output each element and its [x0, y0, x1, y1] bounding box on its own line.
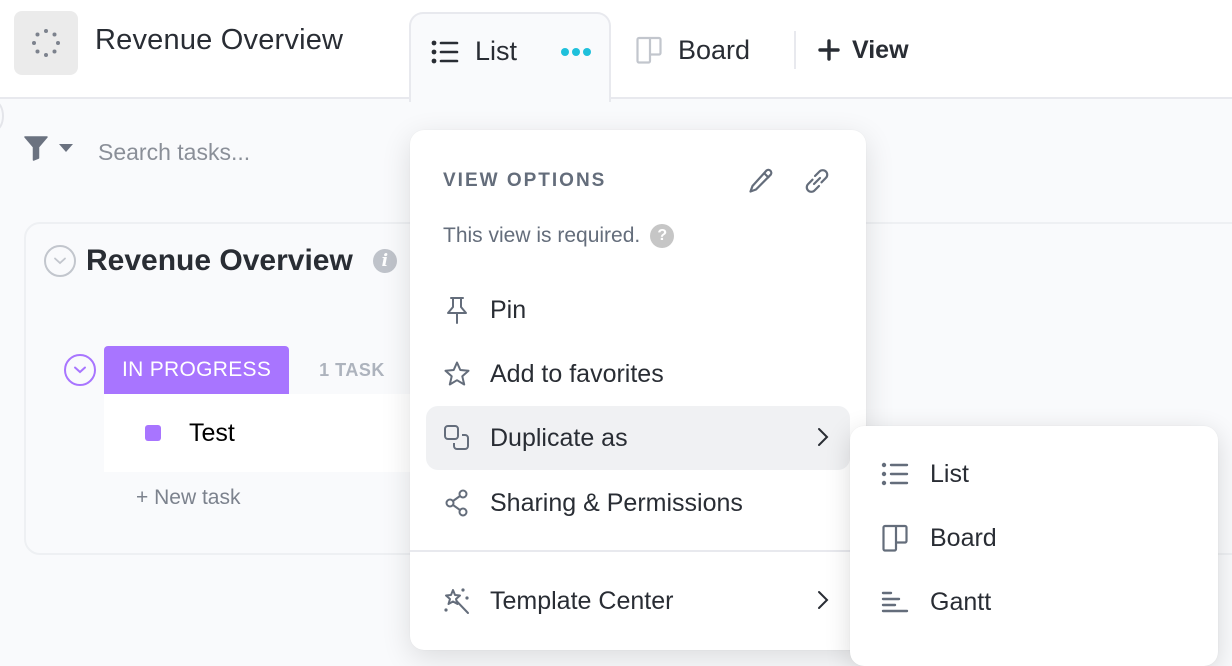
chevron-down-icon [59, 144, 73, 152]
submenu-item-board[interactable]: Board [850, 506, 1218, 570]
list-icon [431, 40, 459, 64]
info-icon[interactable]: i [372, 249, 397, 273]
magic-wand-icon [444, 588, 469, 614]
tab-list[interactable]: List [409, 12, 611, 102]
menu-item-sharing-permissions[interactable]: Sharing & Permissions [426, 471, 850, 535]
menu-item-label: Sharing & Permissions [490, 488, 743, 517]
submenu-item-label: Gantt [930, 587, 992, 616]
gantt-icon [881, 591, 909, 613]
status-group-header: IN PROGRESS 1 TASK [64, 346, 385, 394]
menu-item-duplicate-as[interactable]: Duplicate as [426, 406, 850, 470]
duplicate-icon [444, 425, 469, 450]
tab-board-label: Board [678, 34, 751, 65]
chevron-right-icon [818, 428, 829, 446]
collapse-list-button[interactable] [44, 245, 76, 277]
tab-divider [794, 31, 796, 69]
task-name[interactable]: Test [189, 419, 235, 448]
new-task-button[interactable]: + New task [136, 486, 240, 510]
filter-icon [24, 136, 48, 161]
list-header: Revenue Overview i [44, 244, 397, 278]
pin-icon [447, 297, 467, 324]
menu-divider [410, 550, 866, 552]
collapse-group-button[interactable] [64, 354, 96, 386]
space-avatar[interactable] [14, 11, 78, 75]
star-icon [444, 361, 470, 386]
question-icon[interactable]: ? [650, 224, 675, 248]
menu-subtext: This view is required. ? [443, 224, 675, 248]
board-icon [882, 524, 908, 552]
tab-board[interactable]: Board [636, 30, 750, 70]
sidebar-toggle[interactable] [0, 101, 4, 131]
tab-list-label: List [475, 36, 518, 66]
chevron-down-icon [54, 257, 66, 265]
list-icon [881, 462, 909, 486]
share-icon [445, 489, 468, 517]
top-bar: Revenue Overview List Board View [0, 0, 1232, 102]
menu-item-label: Add to favorites [490, 359, 664, 388]
pencil-icon[interactable] [746, 166, 776, 196]
menu-item-template-center[interactable]: Template Center [426, 569, 850, 633]
task-status-indicator[interactable] [145, 425, 161, 441]
menu-item-label: Pin [490, 295, 527, 324]
duplicate-submenu: List Board Gantt [850, 426, 1218, 666]
submenu-item-list[interactable]: List [850, 442, 1218, 506]
board-icon [636, 36, 662, 64]
status-badge[interactable]: IN PROGRESS [104, 346, 290, 394]
chevron-down-icon [74, 366, 86, 374]
link-icon[interactable] [802, 166, 832, 196]
search-input[interactable] [98, 134, 398, 170]
filter-button[interactable] [24, 135, 74, 161]
task-count: 1 TASK [319, 359, 385, 380]
list-title: Revenue Overview [86, 244, 353, 277]
menu-item-add-to-favorites[interactable]: Add to favorites [426, 342, 850, 406]
add-view-label: View [852, 35, 909, 64]
submenu-item-label: Board [930, 523, 997, 552]
plus-icon [818, 39, 840, 61]
menu-item-label: Duplicate as [490, 423, 628, 452]
menu-item-label: Template Center [490, 586, 674, 615]
menu-item-pin[interactable]: Pin [426, 278, 850, 342]
add-view-button[interactable]: View [818, 30, 909, 70]
submenu-item-label: List [930, 459, 969, 488]
task-row[interactable]: Test [104, 394, 424, 472]
chevron-right-icon [818, 591, 829, 609]
view-options-menu: VIEW OPTIONS This view is required. ? Pi… [410, 130, 866, 650]
required-note: This view is required. [443, 224, 641, 247]
loading-dots-icon [32, 29, 60, 57]
menu-heading: VIEW OPTIONS [443, 170, 607, 191]
page-title: Revenue Overview [95, 24, 344, 56]
more-dots-icon[interactable] [561, 40, 591, 64]
submenu-item-gantt[interactable]: Gantt [850, 570, 1218, 634]
